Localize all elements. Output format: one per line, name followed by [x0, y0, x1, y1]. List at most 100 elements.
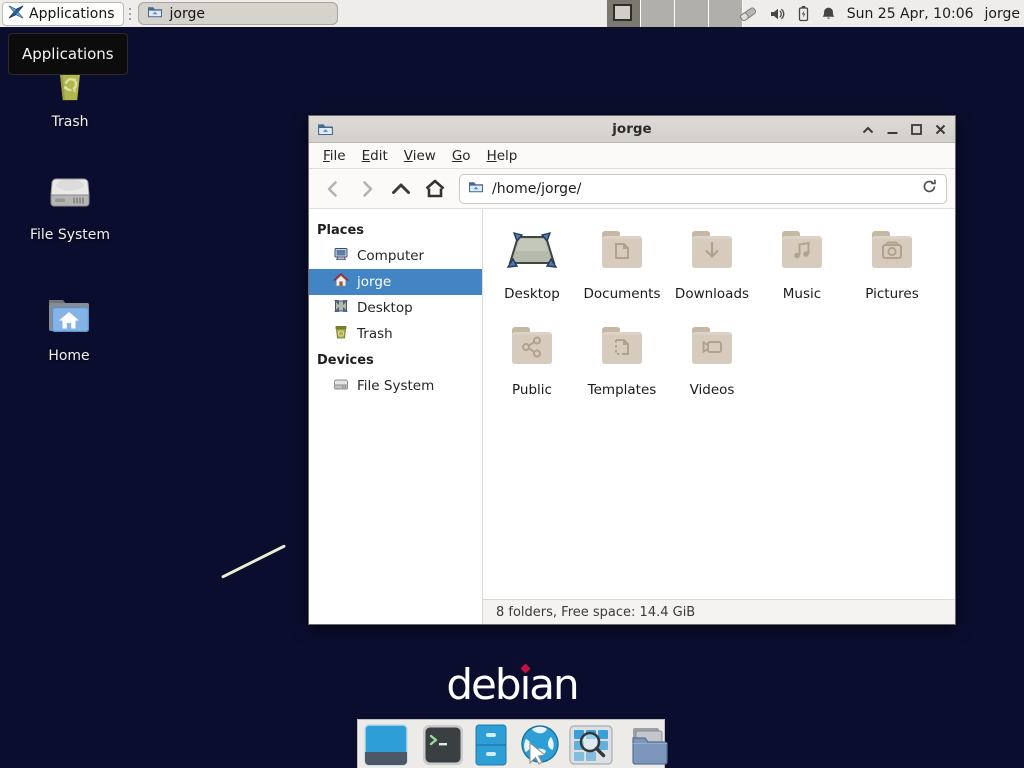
menu-file[interactable]: File [315, 144, 354, 168]
sidebar-item-home[interactable]: jorge [309, 269, 482, 295]
back-button[interactable] [317, 174, 349, 204]
folder-public-icon [508, 323, 556, 375]
taskbar-folder-icon [147, 4, 163, 24]
desktop-icon-label: File System [30, 227, 110, 243]
taskbar-window-button[interactable]: jorge [138, 2, 338, 25]
window-folder-icon [317, 121, 334, 142]
sidebar-item-label: Computer [357, 248, 424, 264]
path-folder-icon [468, 179, 484, 199]
desktop-icon [333, 298, 349, 318]
file-manager-window: jorge File Edit View Go Help [308, 115, 956, 625]
file-item-pictures[interactable]: Pictures [847, 227, 937, 323]
debian-logo: debıan [432, 660, 592, 708]
applications-menu-icon [8, 4, 24, 24]
stray-line-artifact [221, 544, 286, 578]
sidebar-item-label: Desktop [357, 300, 413, 316]
path-text[interactable]: /home/jorge/ [492, 181, 913, 197]
panel-clock[interactable]: Sun 25 Apr, 10:06 [847, 6, 974, 22]
places-sidebar: Places Computer jorge Desktop [309, 209, 483, 624]
sidebar-devices-header: Devices [309, 347, 482, 373]
dock-panel [357, 719, 665, 768]
sidebar-item-filesystem[interactable]: File System [309, 373, 482, 399]
file-item-label: Videos [690, 383, 735, 398]
menu-view[interactable]: View [396, 144, 444, 168]
desktop-surface-icon [504, 227, 560, 279]
shade-button[interactable] [861, 123, 875, 137]
volume-icon[interactable] [769, 6, 786, 22]
home-folder-icon [45, 292, 93, 341]
desktop-icon-filesystem[interactable]: File System [15, 170, 125, 243]
up-button[interactable] [385, 174, 417, 204]
file-item-label: Public [512, 383, 552, 398]
forward-button[interactable] [351, 174, 383, 204]
desktop-icon-home[interactable]: Home [14, 292, 124, 364]
sidebar-item-trash[interactable]: Trash [309, 321, 482, 347]
menu-help[interactable]: Help [479, 144, 526, 168]
maximize-button[interactable] [909, 123, 923, 137]
workspace-window-thumbnail [613, 4, 632, 21]
trash-small-icon [333, 324, 349, 344]
file-item-documents[interactable]: Documents [577, 227, 667, 323]
file-item-label: Documents [584, 287, 661, 302]
reload-button[interactable] [921, 178, 938, 199]
debian-logo-text: deb [446, 660, 519, 708]
file-item-videos[interactable]: Videos [667, 323, 757, 419]
top-panel: Applications jorge Sun 25 Apr, 10:06 jor… [0, 0, 1024, 27]
folder-videos-icon [688, 323, 736, 375]
statusbar: 8 folders, Free space: 14.4 GiB [483, 599, 955, 624]
file-view: Desktop Documents [483, 209, 955, 599]
file-item-label: Downloads [675, 287, 749, 302]
file-item-templates[interactable]: Templates [577, 323, 667, 419]
show-desktop-icon[interactable] [364, 723, 408, 767]
file-item-label: Music [783, 287, 821, 302]
panel-separator-handle [126, 5, 134, 23]
taskbar-window-label: jorge [170, 6, 205, 22]
terminal-icon[interactable] [422, 723, 464, 767]
file-item-label: Templates [588, 383, 657, 398]
menu-edit[interactable]: Edit [354, 144, 396, 168]
workspace-3[interactable] [675, 0, 709, 27]
app-finder-icon[interactable] [569, 723, 613, 767]
file-item-public[interactable]: Public [487, 323, 577, 419]
menu-go[interactable]: Go [444, 144, 479, 168]
computer-icon [333, 246, 349, 266]
folder-downloads-icon [688, 227, 736, 279]
home-button[interactable] [419, 174, 451, 204]
web-browser-icon[interactable] [518, 723, 562, 767]
sidebar-places-header: Places [309, 217, 482, 243]
battery-icon[interactable] [797, 5, 810, 22]
file-manager-icon[interactable] [471, 723, 511, 767]
file-item-downloads[interactable]: Downloads [667, 227, 757, 323]
close-button[interactable] [933, 123, 947, 137]
sidebar-item-computer[interactable]: Computer [309, 243, 482, 269]
notifications-icon[interactable] [821, 6, 836, 22]
workspace-2[interactable] [641, 0, 675, 27]
system-tray: Sun 25 Apr, 10:06 jorge [738, 0, 1020, 27]
file-item-music[interactable]: Music [757, 227, 847, 323]
drive-icon [46, 170, 94, 220]
home-icon [333, 272, 349, 292]
folder-pictures-icon [868, 227, 916, 279]
folder-music-icon [778, 227, 826, 279]
workspace-1[interactable] [607, 0, 641, 27]
minimize-button[interactable] [885, 123, 899, 137]
path-entry[interactable]: /home/jorge/ [459, 174, 947, 204]
window-titlebar[interactable]: jorge [309, 116, 955, 143]
folder-icon[interactable] [627, 723, 671, 767]
display-settings-icon[interactable] [738, 5, 758, 23]
desktop-icon-label: Trash [52, 114, 89, 130]
menubar: File Edit View Go Help [309, 143, 955, 169]
sidebar-item-label: Trash [357, 326, 393, 342]
sidebar-item-label: jorge [357, 274, 391, 290]
desktop-icon-label: Home [48, 348, 89, 364]
file-item-desktop[interactable]: Desktop [487, 227, 577, 323]
file-item-label: Pictures [865, 287, 918, 302]
debian-logo-text: an [529, 660, 577, 708]
workspace-switcher [607, 0, 743, 27]
drive-small-icon [333, 376, 349, 396]
sidebar-item-label: File System [357, 378, 434, 394]
window-title: jorge [309, 121, 955, 137]
applications-tooltip: Applications [8, 33, 128, 75]
sidebar-item-desktop[interactable]: Desktop [309, 295, 482, 321]
applications-menu-button[interactable]: Applications [2, 2, 124, 26]
